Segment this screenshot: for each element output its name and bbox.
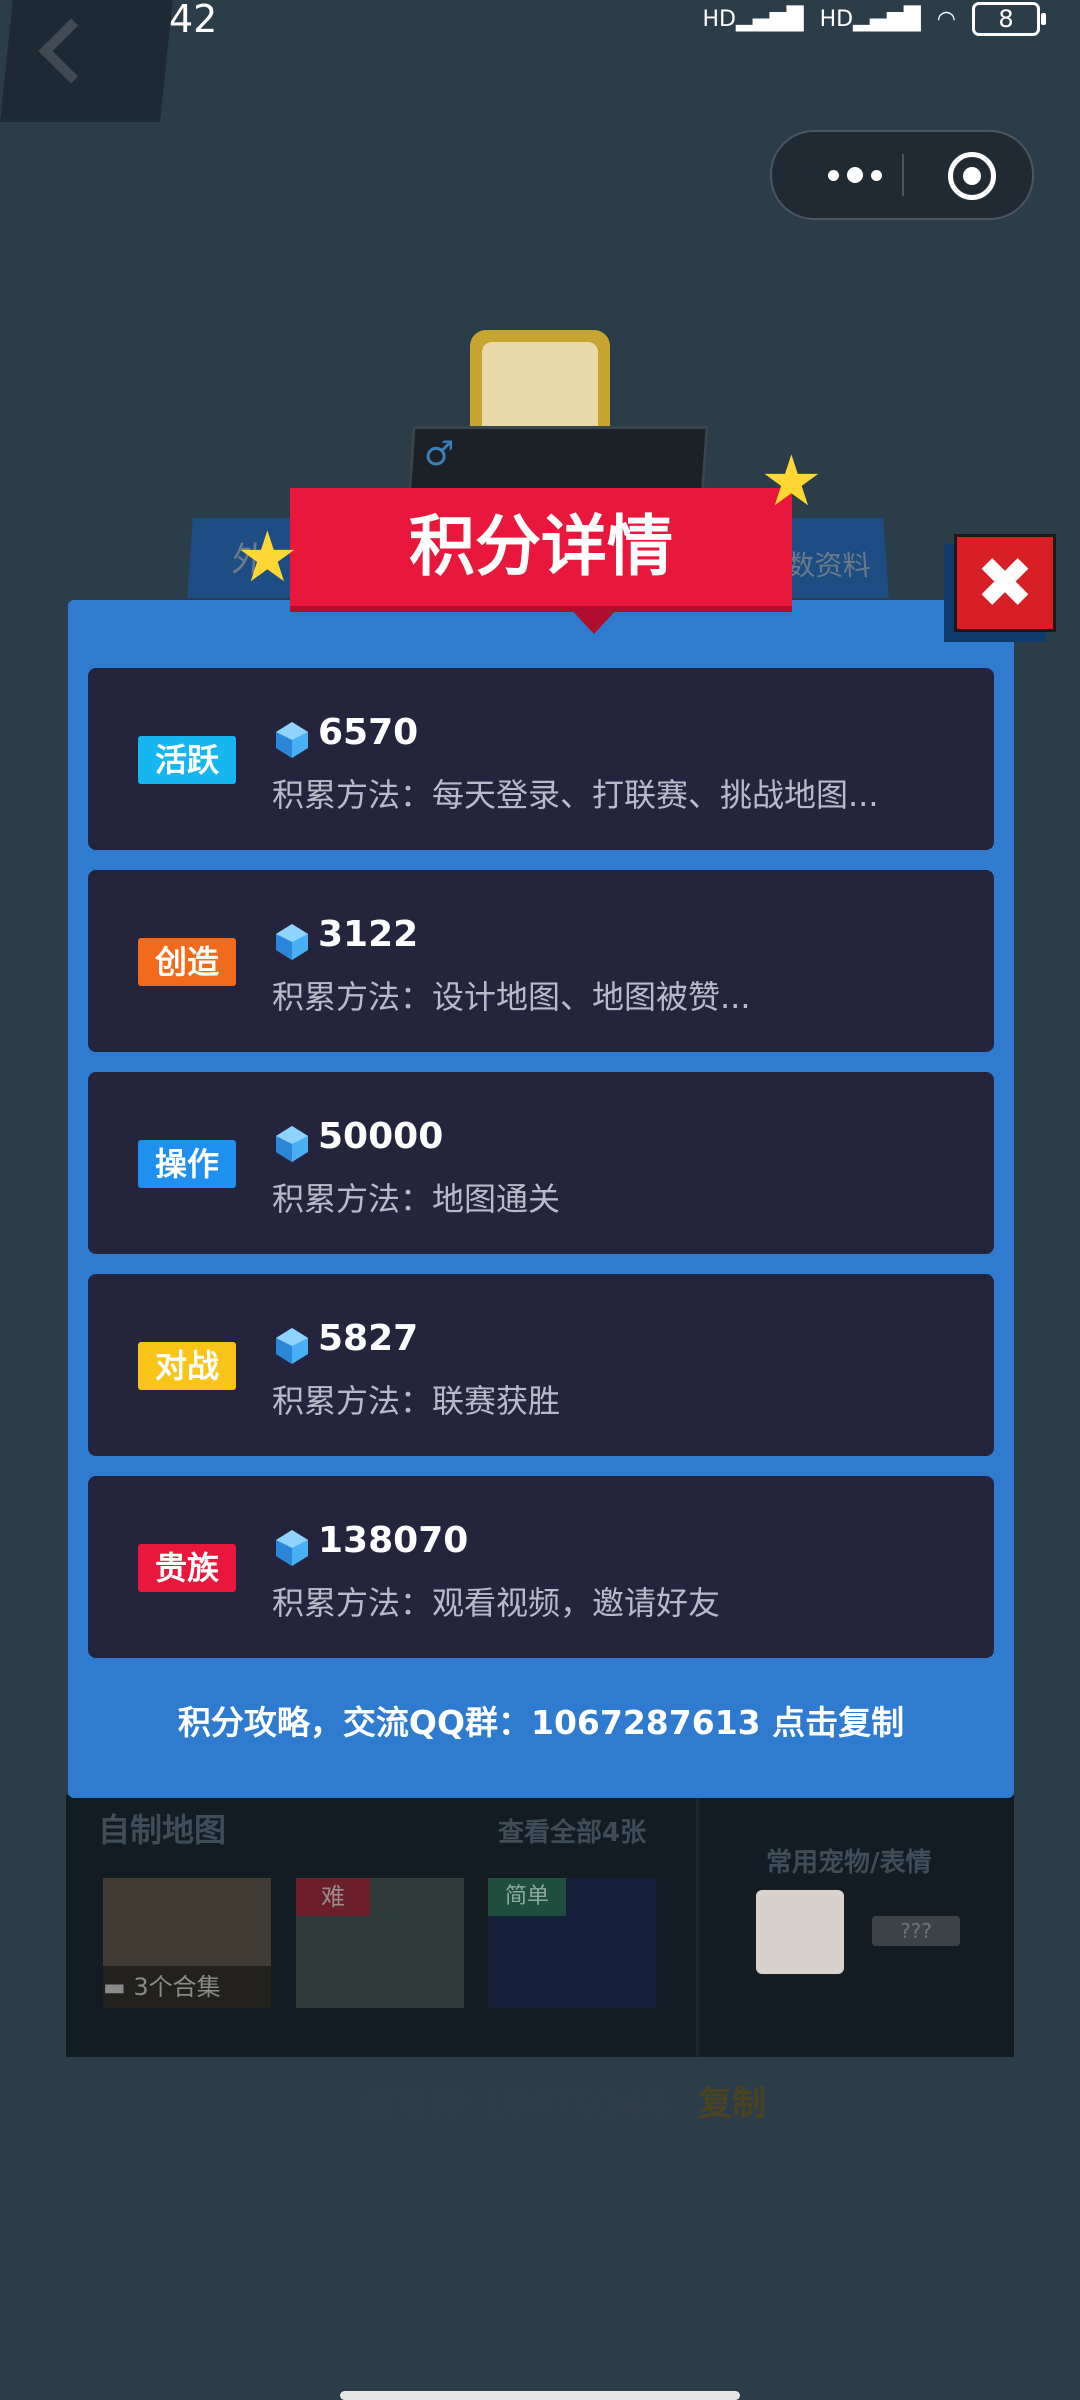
diamond-icon xyxy=(276,1328,308,1364)
points-value: 138070 xyxy=(318,1520,469,1561)
points-method: 积累方法：联赛获胜 xyxy=(272,1382,561,1420)
panel-divider xyxy=(696,1795,699,2057)
difficulty-badge-easy: 简单 xyxy=(488,1878,566,1916)
diamond-icon xyxy=(276,1530,308,1566)
points-value: 50000 xyxy=(318,1116,444,1157)
points-card-active: 活跃 6570 积累方法：每天登录、打联赛、挑战地图... xyxy=(88,668,994,850)
points-value: 5827 xyxy=(318,1318,419,1359)
points-value: 6570 xyxy=(318,712,419,753)
modal-title: 积分详情 xyxy=(409,508,673,585)
diamond-icon xyxy=(276,1126,308,1162)
folder-icon: ▬ xyxy=(103,1973,134,2001)
battery-level: 8 xyxy=(998,5,1014,33)
collection-label: ▬ 3个合集 xyxy=(103,1966,271,2008)
battery-icon: 8 xyxy=(972,2,1046,36)
points-method: 积累方法：地图通关 xyxy=(272,1180,561,1218)
points-tag: 活跃 xyxy=(138,736,236,784)
wifi-icon: ◠ xyxy=(936,6,956,32)
points-method: 积累方法：设计地图、地图被赞... xyxy=(272,978,751,1016)
points-tag: 操作 xyxy=(138,1140,236,1188)
more-dot-icon xyxy=(871,169,882,181)
star-icon: ★ xyxy=(760,440,823,522)
points-value: 3122 xyxy=(318,914,419,955)
signal-icon-1: HD▂▄▆█ xyxy=(702,6,804,32)
custom-maps-title: 自制地图 xyxy=(98,1811,227,1849)
modal-title-tail xyxy=(568,606,620,634)
more-dot-icon xyxy=(847,167,863,183)
points-tag: 贵族 xyxy=(138,1544,236,1592)
tab-data-label: 数资料 xyxy=(785,549,872,582)
view-all-link[interactable]: 查看全部4张 xyxy=(498,1812,646,1849)
diamond-icon xyxy=(276,722,308,758)
points-card-create: 创造 3122 积累方法：设计地图、地图被赞... xyxy=(88,870,994,1052)
qq-group-copy-link[interactable]: 积分攻略，交流QQ群：1067287613 点击复制 xyxy=(68,1696,1014,1744)
capsule-divider xyxy=(902,154,904,196)
close-miniprogram-button[interactable] xyxy=(948,152,996,200)
status-icons: HD▂▄▆█ HD▂▄▆█ ◠ 8 xyxy=(702,0,1046,38)
points-method: 积累方法：每天登录、打联赛、挑战地图... xyxy=(272,776,879,814)
points-tag: 对战 xyxy=(138,1342,236,1390)
signal-icon-2: HD▂▄▆█ xyxy=(819,6,921,32)
pet-avatar[interactable] xyxy=(756,1890,844,1974)
game-id: 游戏ID 18470346 xyxy=(360,2084,670,2124)
close-button[interactable]: ✖ xyxy=(954,534,1056,632)
home-indicator[interactable] xyxy=(340,2391,740,2400)
star-icon: ★ xyxy=(236,516,299,598)
more-dot-icon xyxy=(828,169,839,181)
diamond-icon xyxy=(276,924,308,960)
points-method: 积累方法：观看视频，邀请好友 xyxy=(272,1584,721,1622)
points-card-operate: 操作 50000 积累方法：地图通关 xyxy=(88,1072,994,1254)
points-card-noble: 贵族 138070 积累方法：观看视频，邀请好友 xyxy=(88,1476,994,1658)
points-tag: 创造 xyxy=(138,938,236,986)
pets-title: 常用宠物/表情 xyxy=(766,1848,932,1878)
male-icon: ♂ xyxy=(424,434,455,474)
emoji-unknown[interactable]: ??? xyxy=(872,1916,960,1946)
collection-label-text: 3个合集 xyxy=(133,1973,221,2001)
miniprogram-capsule xyxy=(770,130,1034,220)
signal-hd-label-2: HD xyxy=(819,6,854,32)
copy-id-button[interactable]: 复制 xyxy=(698,2076,766,2125)
more-button[interactable] xyxy=(810,160,900,190)
points-card-battle: 对战 5827 积累方法：联赛获胜 xyxy=(88,1274,994,1456)
difficulty-badge-hard: 难 xyxy=(296,1878,370,1916)
signal-hd-label: HD xyxy=(702,6,736,32)
